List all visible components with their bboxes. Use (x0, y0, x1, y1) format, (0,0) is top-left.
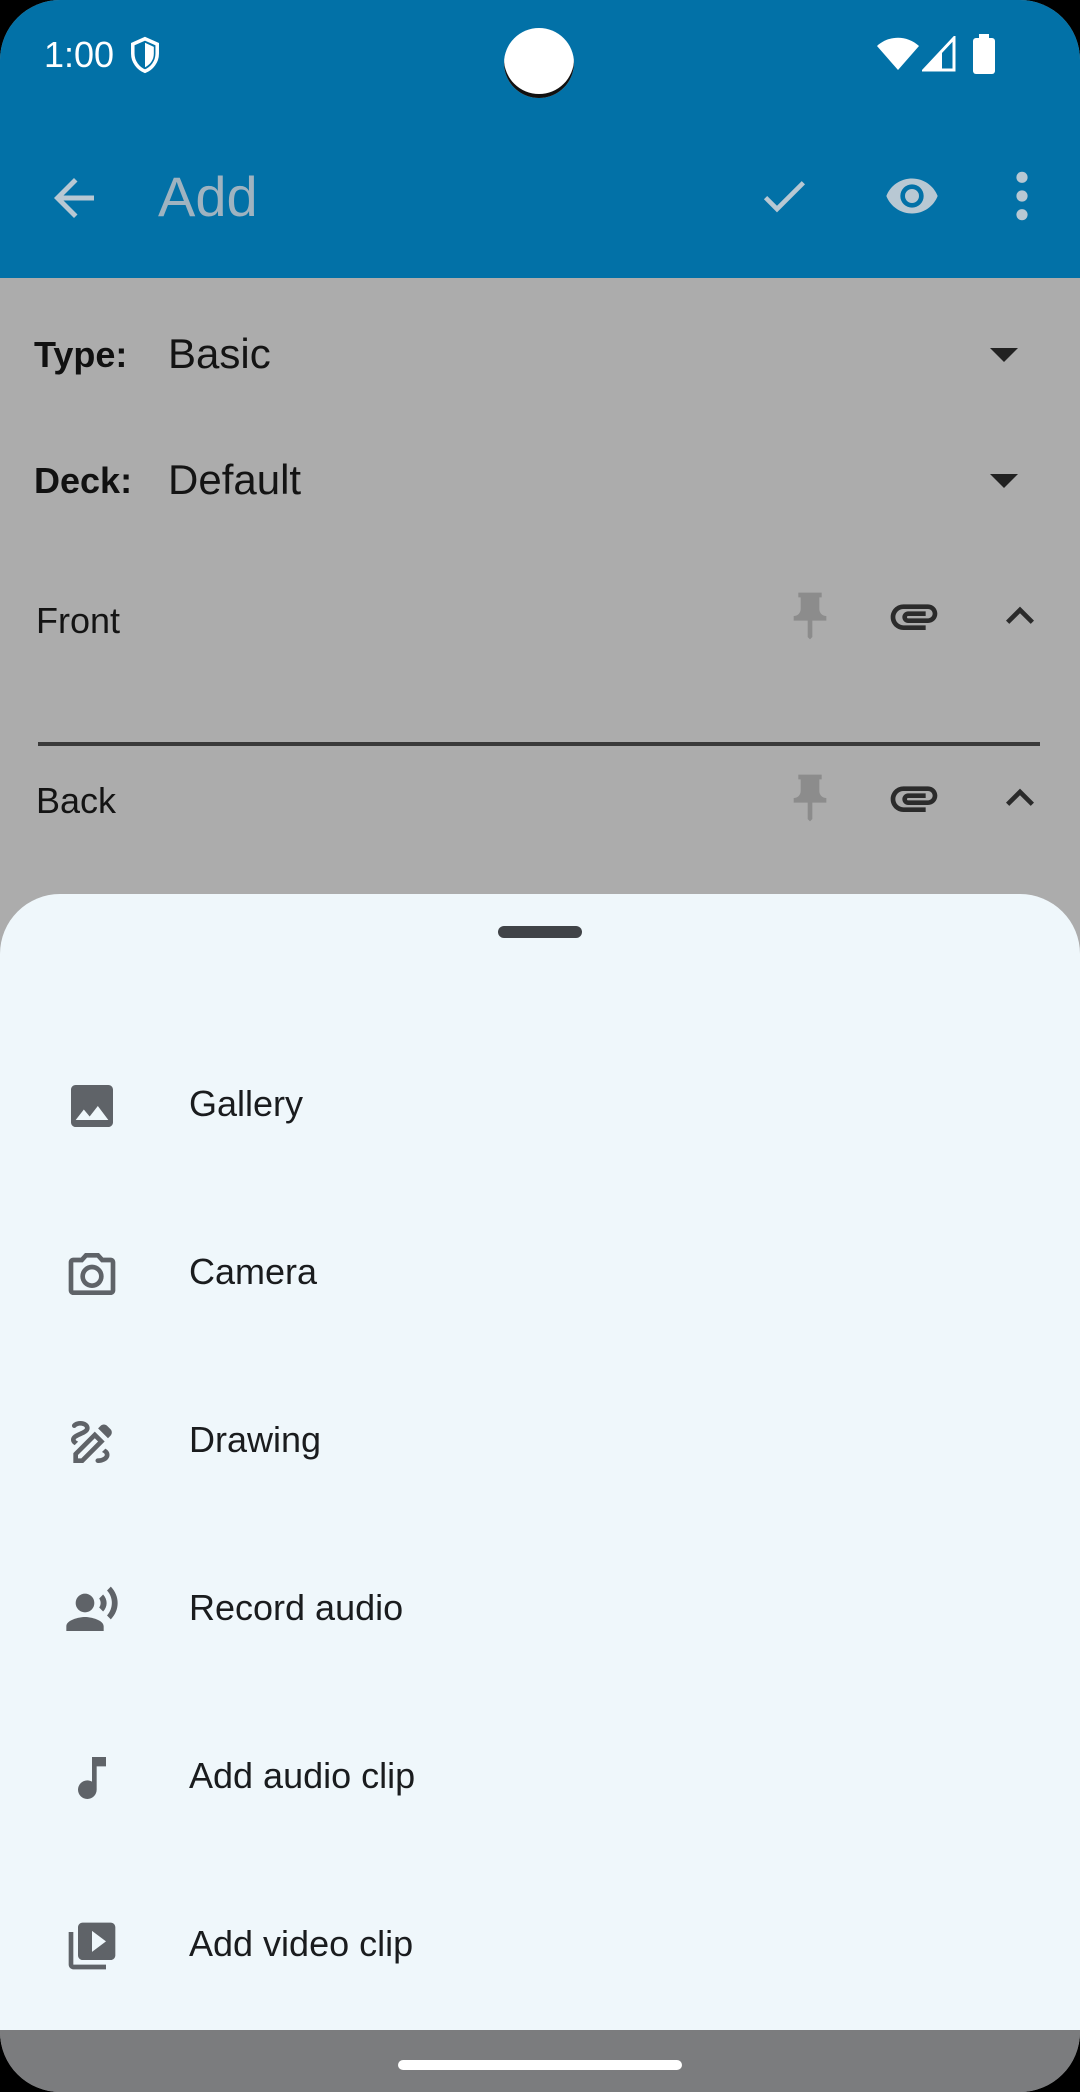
more-vert-icon[interactable] (1004, 168, 1040, 224)
screen: 1:00 Add Type: Basic Deck: Default Front… (0, 0, 1080, 2092)
option-gallery[interactable]: Gallery (0, 1022, 1080, 1190)
chevron-up-icon[interactable] (992, 770, 1048, 826)
note-type-row[interactable]: Type: Basic (0, 278, 1080, 398)
option-label: Add video clip (189, 1923, 414, 1964)
type-value: Basic (168, 330, 271, 377)
attach-icon[interactable] (886, 588, 942, 644)
option-label: Gallery (189, 1083, 304, 1124)
field-front: Front (0, 570, 1080, 750)
option-label: Add audio clip (189, 1755, 416, 1796)
option-camera[interactable]: Camera (0, 1190, 1080, 1358)
status-bar: 1:00 (0, 0, 1080, 110)
option-record-audio[interactable]: Record audio (0, 1526, 1080, 1694)
image-icon (71, 1085, 113, 1127)
page-title: Add (158, 165, 258, 228)
back-arrow-icon[interactable] (44, 168, 104, 228)
deck-value: Default (168, 456, 302, 503)
option-add-video-clip[interactable]: Add video clip (0, 1862, 1080, 2030)
attach-bottom-sheet: Gallery Camera Drawing Record audio Add … (0, 894, 1080, 2030)
option-add-audio-clip[interactable]: Add audio clip (0, 1694, 1080, 1862)
camera-icon (68, 1253, 116, 1295)
toolbar: Add (0, 110, 1080, 278)
chevron-down-icon (990, 474, 1018, 488)
camera-cutout (504, 28, 574, 98)
check-icon[interactable] (756, 168, 812, 224)
drag-handle[interactable] (498, 926, 582, 938)
app-bar: 1:00 Add (0, 0, 1080, 278)
field-label-front: Front (36, 600, 121, 641)
home-gesture-handle[interactable] (398, 2060, 682, 2070)
field-label-back: Back (36, 780, 117, 821)
front-field-input[interactable] (38, 742, 1040, 746)
chevron-up-icon[interactable] (992, 588, 1048, 644)
video-library-icon (68, 1922, 116, 1970)
deck-label: Deck: (34, 460, 133, 501)
attach-icon[interactable] (886, 770, 942, 826)
chevron-down-icon (990, 348, 1018, 362)
signal-icon (922, 36, 956, 72)
navigation-bar (0, 2030, 1080, 2092)
eye-icon[interactable] (880, 168, 944, 224)
option-label: Camera (189, 1251, 318, 1292)
wifi-icon (877, 37, 919, 70)
option-label: Record audio (189, 1587, 404, 1628)
pin-icon[interactable] (782, 588, 838, 644)
option-drawing[interactable]: Drawing (0, 1358, 1080, 1526)
type-label: Type: (34, 334, 128, 375)
battery-icon (973, 34, 995, 74)
shield-icon (131, 36, 159, 74)
status-time: 1:00 (44, 34, 115, 75)
option-label: Drawing (189, 1419, 322, 1460)
field-back: Back (0, 752, 1080, 872)
record-voice-icon (66, 1586, 118, 1631)
music-note-icon (78, 1757, 106, 1799)
deck-row[interactable]: Deck: Default (0, 404, 1080, 524)
pin-icon[interactable] (782, 770, 838, 826)
draw-icon (71, 1421, 112, 1463)
